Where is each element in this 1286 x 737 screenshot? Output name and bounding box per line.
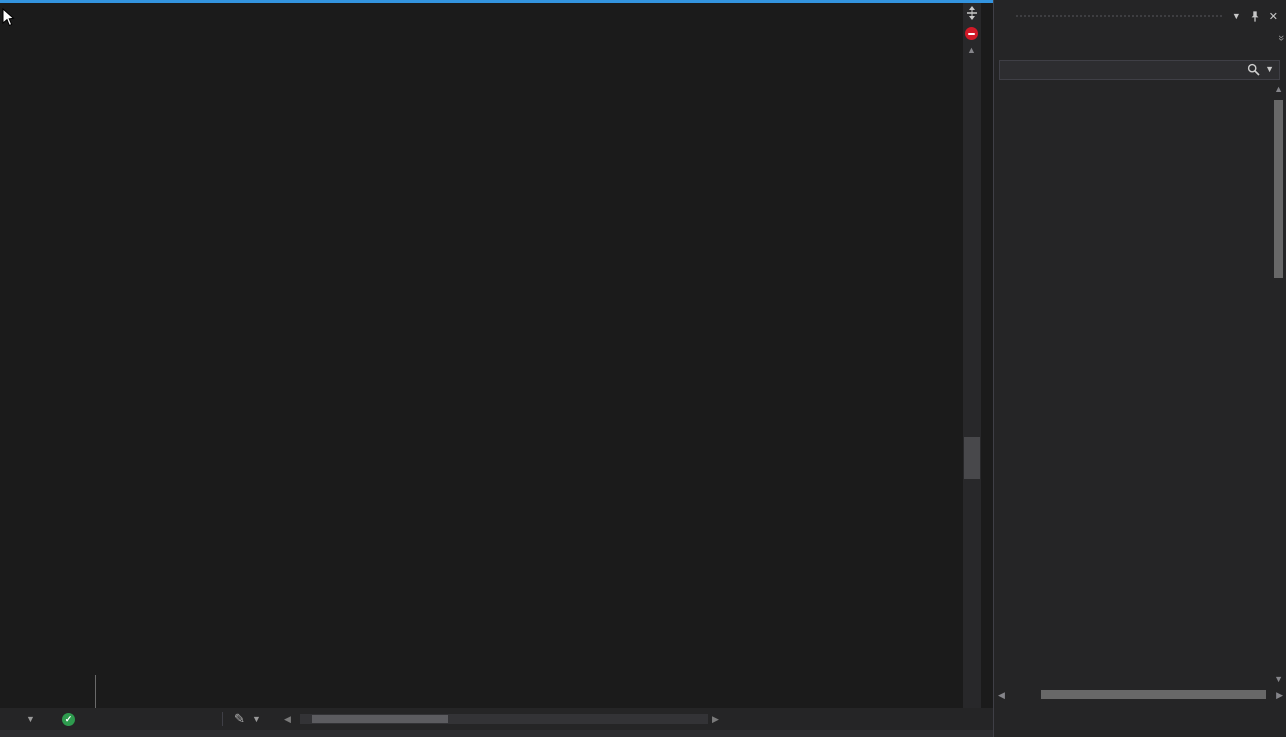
pin-icon[interactable]	[1249, 10, 1261, 23]
zoom-dropdown-caret-icon[interactable]: ▼	[26, 708, 35, 730]
solution-tree	[994, 100, 1271, 688]
horizontal-scrollbar[interactable]	[300, 714, 708, 724]
file-health-error-indicator-icon[interactable]	[965, 27, 978, 40]
panel-tab-strip	[994, 708, 1286, 730]
hscroll-left-arrow[interactable]: ◀	[284, 708, 291, 730]
tree-scroll-down-arrow[interactable]: ▼	[1274, 674, 1283, 684]
mouse-cursor-icon	[2, 8, 20, 27]
search-options-caret-icon[interactable]: ▼	[1265, 64, 1274, 74]
tree-hscroll-right-arrow[interactable]: ▶	[1276, 690, 1283, 701]
solution-root-node[interactable]	[1001, 82, 1261, 98]
scroll-up-arrow[interactable]: ▲	[967, 45, 976, 55]
hscroll-right-arrow[interactable]: ▶	[712, 708, 719, 730]
cleanup-dropdown-caret-icon[interactable]: ▼	[252, 708, 261, 730]
solution-explorer-toolbar	[994, 30, 1286, 56]
editor-status-bar: ▼ ✓ ✎ ▼ ◀ ▶	[0, 708, 993, 730]
code-cleanup-brush-icon[interactable]: ✎	[234, 708, 245, 730]
code-editor[interactable]	[0, 3, 963, 708]
titlebar-drag-dots	[1015, 14, 1224, 19]
scrollbar-thumb[interactable]	[964, 437, 980, 479]
check-circle-icon: ✓	[62, 713, 75, 726]
horizontal-scrollbar-thumb[interactable]	[312, 715, 448, 723]
tree-horizontal-scrollbar-thumb[interactable]	[1041, 690, 1266, 699]
visual-studio-window: ▲ ▼ ✓ ✎ ▼ ◀ ▶ ▼	[0, 0, 1286, 737]
status-divider	[222, 712, 223, 726]
close-icon[interactable]: ✕	[1269, 10, 1278, 23]
search-icon[interactable]	[1247, 63, 1260, 76]
window-position-caret-icon[interactable]: ▼	[1232, 11, 1241, 21]
tree-vertical-scrollbar-thumb[interactable]	[1274, 100, 1283, 278]
caret-position-info	[720, 708, 972, 730]
tree-scroll-up-arrow[interactable]: ▲	[1274, 84, 1283, 94]
split-editor-handle-icon[interactable]	[966, 5, 978, 21]
solution-explorer-titlebar[interactable]: ▼ ✕	[994, 4, 1286, 28]
tree-horizontal-scrollbar[interactable]: ◀ ▶	[994, 688, 1286, 702]
editor-vertical-scrollbar[interactable]: ▲	[963, 3, 981, 708]
issues-indicator[interactable]: ✓	[62, 708, 82, 730]
solution-explorer-panel: ▼ ✕ » ▼ ▲ ▼ ◀ ▶	[993, 0, 1286, 737]
fold-region-line	[95, 675, 96, 708]
search-input[interactable]	[999, 60, 1280, 80]
tree-hscroll-left-arrow[interactable]: ◀	[998, 690, 1005, 701]
toolbar-overflow-icon[interactable]: »	[1275, 35, 1286, 41]
